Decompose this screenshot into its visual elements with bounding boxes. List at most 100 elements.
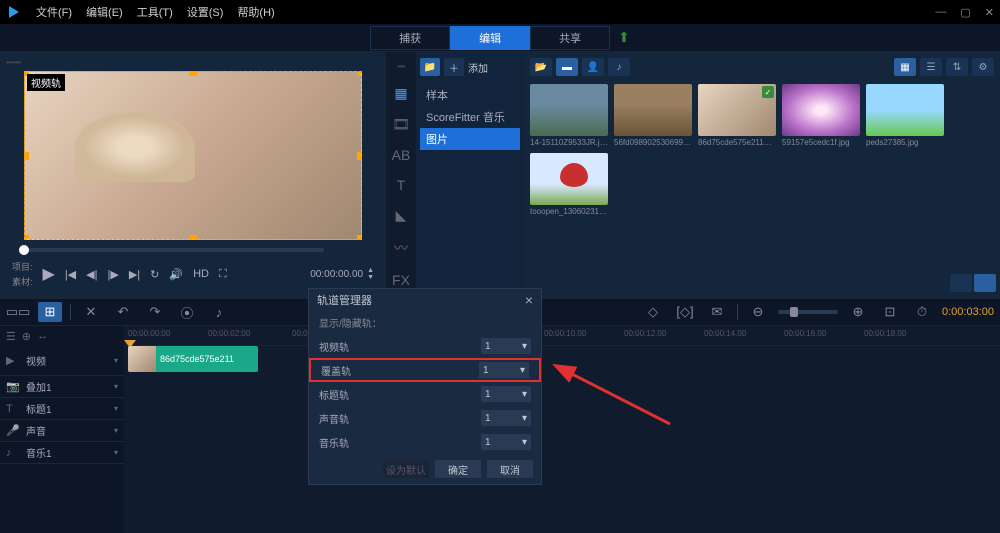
scrub-thumb[interactable] <box>19 245 29 255</box>
track-ripple-button[interactable]: ↔ <box>37 330 48 342</box>
chevron-down-icon[interactable]: ▾ <box>114 404 118 413</box>
chevron-down-icon[interactable]: ▾ <box>114 448 118 457</box>
view-grid-button[interactable]: ▦ <box>894 58 916 76</box>
graphics-tab-icon[interactable]: ◣ <box>396 207 407 224</box>
tab-capture[interactable]: 捕获 <box>370 26 450 50</box>
cancel-button[interactable]: 取消 <box>487 460 533 478</box>
video-track-select[interactable]: 1▾ <box>481 338 531 354</box>
timecode-up-button[interactable]: ▲ <box>367 267 374 274</box>
add-button[interactable]: ＋ <box>444 58 464 76</box>
zoom-in-button[interactable]: ⊕ <box>846 302 870 322</box>
menu-settings[interactable]: 设置(S) <box>187 4 224 20</box>
sort-button[interactable]: ⇅ <box>946 58 968 76</box>
tree-item-pictures[interactable]: 图片 <box>420 128 520 150</box>
menu-tools[interactable]: 工具(T) <box>137 4 173 20</box>
filter-all-button[interactable]: ▬ <box>556 58 578 76</box>
dialog-close-button[interactable]: × <box>525 292 533 308</box>
overlay-track-select[interactable]: 1▾ <box>479 362 529 378</box>
menu-help[interactable]: 帮助(H) <box>237 4 274 20</box>
prev-frame-button[interactable]: ◀| <box>86 268 97 281</box>
resize-handle-bm[interactable] <box>189 235 197 240</box>
close-button[interactable]: ✕ <box>985 6 994 19</box>
track-header-overlay[interactable]: 📷 叠加1 ▾ <box>0 376 124 398</box>
timeline-clip[interactable]: 86d75cde575e211 <box>128 346 258 372</box>
timeline-ruler[interactable]: 00:00:00:00 00:00:02:00 00:00:04:00 00:0… <box>124 326 1000 346</box>
preview-canvas[interactable]: 视频轨 <box>24 71 362 240</box>
panel-drag-handle[interactable]: •••••••• <box>6 58 380 67</box>
tab-edit[interactable]: 编辑 <box>450 26 530 50</box>
fullscreen-button[interactable]: ⛶ <box>219 268 227 281</box>
ab-tab-icon[interactable]: AB <box>392 147 411 163</box>
redo-button[interactable]: ↷ <box>143 302 167 322</box>
filter-audio-button[interactable]: ♪ <box>608 58 630 76</box>
set-default-button[interactable]: 设为默认 <box>383 460 429 478</box>
resize-handle-tr[interactable] <box>357 71 362 76</box>
loop-button[interactable]: ↻ <box>150 268 159 281</box>
marker-button[interactable]: ◇ <box>641 302 665 322</box>
track-header-title[interactable]: T 标题1 ▾ <box>0 398 124 420</box>
zoom-slider[interactable] <box>778 310 838 314</box>
tools-button[interactable]: ✕ <box>79 302 103 322</box>
media-tab-icon[interactable]: ▦ <box>394 85 407 102</box>
thumb-item[interactable]: peds27385.jpg <box>866 84 944 147</box>
title-track-select[interactable]: 1▾ <box>481 386 531 402</box>
transitions-tab-icon[interactable]: 🎞 <box>392 116 410 133</box>
zoom-thumb[interactable] <box>790 307 798 317</box>
thumb-item[interactable]: 59157e5cedc1f.jpg <box>782 84 860 147</box>
upload-icon[interactable]: ⬆ <box>618 29 630 46</box>
tree-item-sample[interactable]: 样本 <box>420 84 520 106</box>
paths-tab-icon[interactable]: 〰 <box>394 238 408 258</box>
thumb-item[interactable]: 56fd0989025306996… <box>614 84 692 147</box>
maximize-button[interactable]: ▢ <box>960 6 970 19</box>
tree-item-scorefitter[interactable]: ScoreFitter 音乐 <box>420 106 520 128</box>
thumb-item[interactable]: tooopen_13060231.jpg <box>530 153 608 216</box>
minimize-button[interactable]: — <box>935 6 946 19</box>
zoom-fit-button[interactable]: ⊡ <box>878 302 902 322</box>
resize-handle-mr[interactable] <box>357 152 362 160</box>
filter-photo-button[interactable]: 👤 <box>582 58 604 76</box>
volume-button[interactable]: 🔊 <box>169 268 183 281</box>
timecode-down-button[interactable]: ▼ <box>367 274 374 281</box>
record-button[interactable]: ⦿ <box>175 302 199 322</box>
resize-handle-bl[interactable] <box>24 235 29 240</box>
track-header-video[interactable]: ▶ 视频 ▾ <box>0 346 124 376</box>
menu-edit[interactable]: 编辑(E) <box>86 4 123 20</box>
clip-mode-label[interactable]: 素材: <box>12 275 33 288</box>
audio-mix-button[interactable]: ♪ <box>207 302 231 322</box>
track-header-music[interactable]: ♪ 音乐1 ▾ <box>0 442 124 464</box>
thumb-item[interactable]: ✓ 86d75cde575e211d5… <box>698 84 776 147</box>
chevron-down-icon[interactable]: ▾ <box>114 426 118 435</box>
track-add-button[interactable]: ⊕ <box>22 330 31 343</box>
resize-handle-ml[interactable] <box>24 152 29 160</box>
track-header-voice[interactable]: 🎤 声音 ▾ <box>0 420 124 442</box>
timeline-view-button[interactable] <box>974 274 996 292</box>
envelope-button[interactable]: ✉ <box>705 302 729 322</box>
view-list-button[interactable]: ☰ <box>920 58 942 76</box>
scrub-bar[interactable] <box>24 248 324 252</box>
menu-file[interactable]: 文件(F) <box>36 4 72 20</box>
storyboard-mode-button[interactable]: ▭▭ <box>6 302 30 322</box>
panel-drag-handle-2[interactable]: •••• <box>397 62 404 71</box>
undo-button[interactable]: ↶ <box>111 302 135 322</box>
import-folder-button[interactable]: 📂 <box>530 58 552 76</box>
project-mode-label[interactable]: 项目: <box>12 260 33 273</box>
settings-button[interactable]: ⚙ <box>972 58 994 76</box>
next-frame-button[interactable]: |▶ <box>107 268 118 281</box>
go-end-button[interactable]: ▶| <box>129 268 140 281</box>
go-start-button[interactable]: |◀ <box>65 268 76 281</box>
hd-button[interactable]: HD <box>193 268 209 280</box>
music-track-select[interactable]: 1▾ <box>481 434 531 450</box>
ok-button[interactable]: 确定 <box>435 460 481 478</box>
chevron-down-icon[interactable]: ▾ <box>114 382 118 391</box>
track-options-button[interactable]: ☰ <box>6 330 16 343</box>
resize-handle-br[interactable] <box>357 235 362 240</box>
timeline-mode-button[interactable]: ⊞ <box>38 302 62 322</box>
title-tab-icon[interactable]: T <box>397 177 406 193</box>
storyboard-view-button[interactable] <box>950 274 972 292</box>
fx-tab-icon[interactable]: FX <box>392 272 410 288</box>
chevron-down-icon[interactable]: ▾ <box>114 356 118 365</box>
voice-track-select[interactable]: 1▾ <box>481 410 531 426</box>
resize-handle-tm[interactable] <box>189 71 197 76</box>
snap-button[interactable]: [◇] <box>673 302 697 322</box>
zoom-out-button[interactable]: ⊖ <box>746 302 770 322</box>
